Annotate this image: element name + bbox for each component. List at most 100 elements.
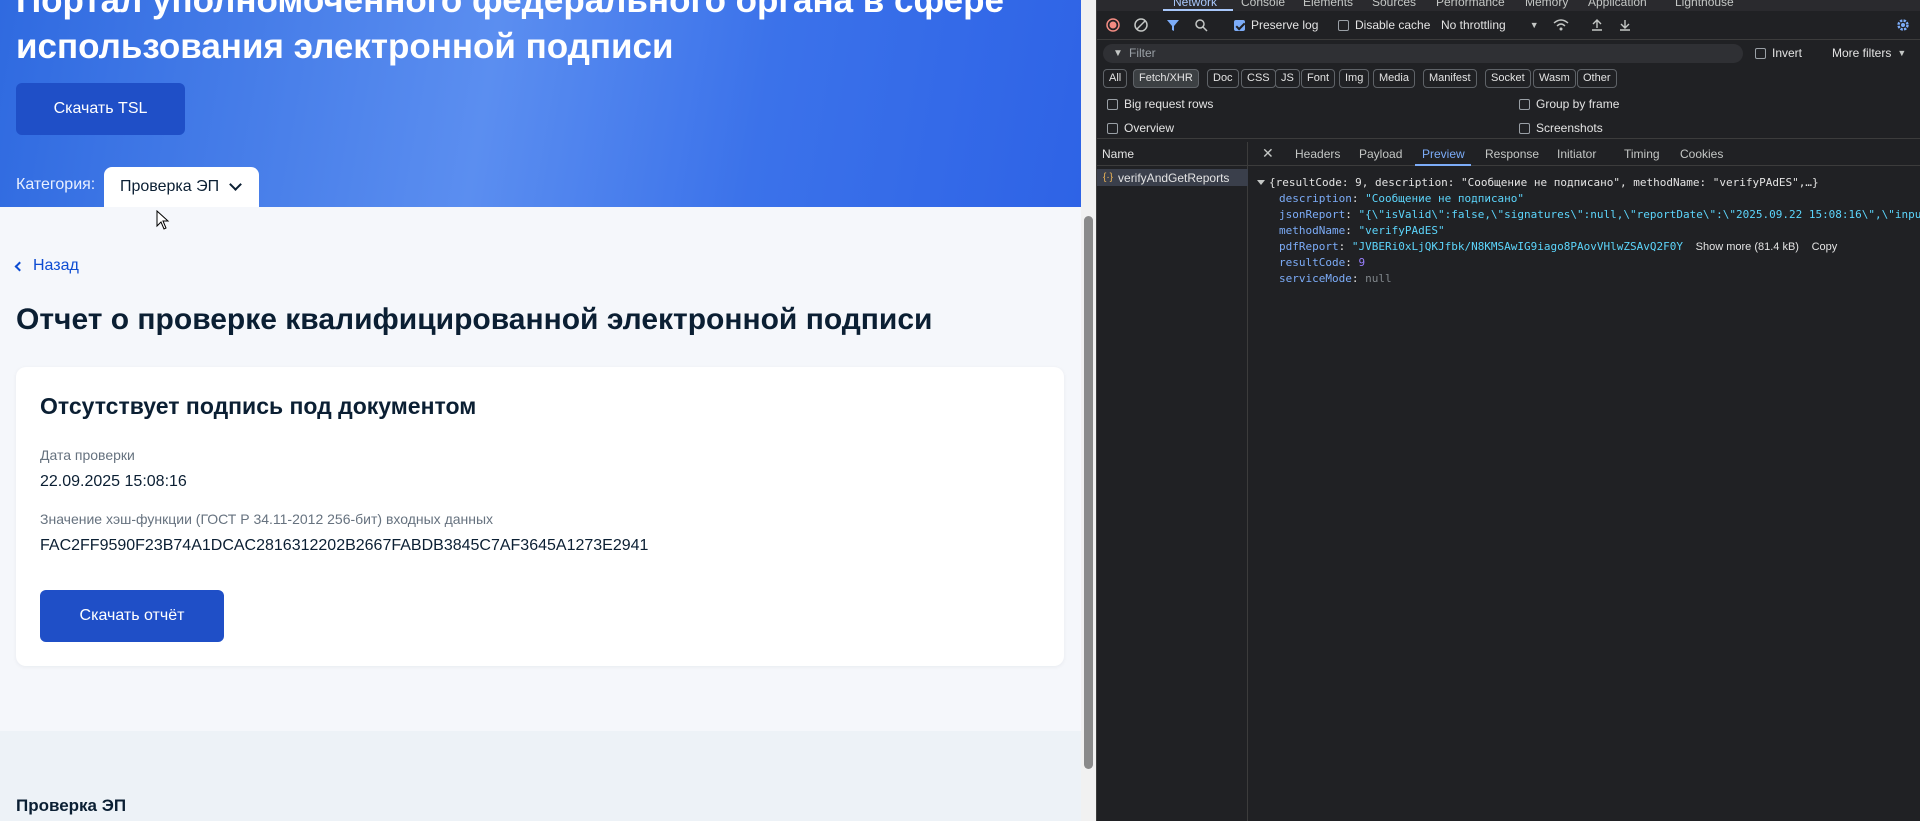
type-filter-manifest[interactable]: Manifest <box>1423 69 1477 88</box>
preview-summary-line[interactable]: {resultCode: 9, description: "Сообщение … <box>1257 175 1819 191</box>
scrollbar-thumb[interactable] <box>1084 216 1093 769</box>
funnel-icon: ▼ <box>1113 48 1123 59</box>
invert-checkbox[interactable]: Invert <box>1755 46 1802 60</box>
download-tsl-button[interactable]: Скачать TSL <box>16 83 185 135</box>
key-description: description <box>1279 192 1352 205</box>
big-request-rows-checkbox[interactable]: Big request rows <box>1107 97 1213 111</box>
expand-triangle-icon <box>1257 180 1265 185</box>
group-by-frame-label: Group by frame <box>1536 97 1620 111</box>
disable-cache-checkbox[interactable]: Disable cache <box>1338 18 1430 32</box>
tab-console[interactable]: Console <box>1241 0 1285 9</box>
detail-tab-active-indicator <box>1415 164 1471 166</box>
preview-summary: {resultCode: 9, description: "Сообщение … <box>1269 176 1819 189</box>
page-title: Отчет о проверке квалифицированной элект… <box>16 303 933 336</box>
devtools-panel: Network Console Elements Sources Perform… <box>1096 0 1920 821</box>
devtools-tab-bar: Network Console Elements Sources Perform… <box>1097 0 1920 11</box>
checkbox-unchecked-icon <box>1519 98 1530 110</box>
type-filter-other[interactable]: Other <box>1577 69 1617 88</box>
key-pdfreport: pdfReport <box>1279 240 1339 253</box>
page-scrollbar[interactable] <box>1081 0 1096 821</box>
checkbox-unchecked-icon <box>1107 98 1118 110</box>
tab-memory[interactable]: Memory <box>1525 0 1568 9</box>
preview-row-jsonreport: jsonReport: "{\"isValid\":false,\"signat… <box>1279 208 1920 221</box>
chevron-left-icon <box>14 261 25 271</box>
copy-button[interactable]: Copy <box>1812 241 1838 253</box>
overview-checkbox[interactable]: Overview <box>1107 121 1174 135</box>
screenshots-checkbox[interactable]: Screenshots <box>1519 121 1603 135</box>
back-link-label: Назад <box>33 257 79 274</box>
type-filter-font[interactable]: Font <box>1301 69 1336 88</box>
request-name: verifyAndGetReports <box>1118 170 1230 185</box>
caret-down-icon: ▼ <box>1897 48 1907 58</box>
request-list: {·} verifyAndGetReports <box>1097 142 1248 821</box>
category-label: Категория: <box>16 176 96 193</box>
tab-preview[interactable]: Preview <box>1422 147 1465 161</box>
search-icon[interactable] <box>1193 18 1209 34</box>
tab-payload[interactable]: Payload <box>1359 147 1402 161</box>
type-filter-img[interactable]: Img <box>1339 69 1370 88</box>
screenshots-label: Screenshots <box>1536 121 1603 135</box>
value-resultcode: 9 <box>1358 256 1366 269</box>
type-filter-doc[interactable]: Doc <box>1207 69 1239 88</box>
type-filter-all[interactable]: All <box>1103 69 1128 88</box>
filter-bar: ▼ Filter Invert More filters ▼ <box>1097 41 1920 65</box>
more-filters-button[interactable]: More filters ▼ <box>1832 46 1906 60</box>
checkbox-unchecked-icon <box>1338 19 1349 31</box>
tab-sources[interactable]: Sources <box>1372 0 1416 9</box>
response-preview: {resultCode: 9, description: "Сообщение … <box>1253 175 1920 821</box>
type-filter-socket[interactable]: Socket <box>1485 69 1531 88</box>
preserve-log-label: Preserve log <box>1251 18 1319 32</box>
tab-network[interactable]: Network <box>1173 0 1217 9</box>
group-by-frame-checkbox[interactable]: Group by frame <box>1519 97 1619 111</box>
overview-label: Overview <box>1124 121 1175 135</box>
value-methodname: "verifyPAdES" <box>1358 224 1445 237</box>
type-filter-media[interactable]: Media <box>1373 69 1415 88</box>
category-dropdown[interactable]: Проверка ЭП <box>104 167 259 207</box>
preview-row-description: description: "Сообщение не подписано" <box>1279 192 1525 205</box>
filter-input[interactable]: ▼ Filter <box>1103 44 1743 63</box>
key-resultcode: resultCode <box>1279 256 1346 269</box>
category-value: Проверка ЭП <box>120 178 220 195</box>
tab-cookies[interactable]: Cookies <box>1680 147 1723 161</box>
chevron-down-icon <box>229 178 242 191</box>
network-toolbar: Preserve log Disable cache No throttling… <box>1097 12 1920 40</box>
preserve-log-checkbox[interactable]: Preserve log <box>1234 18 1318 32</box>
settings-gear-icon[interactable] <box>1895 18 1911 34</box>
tab-timing[interactable]: Timing <box>1624 147 1660 161</box>
type-filter-js[interactable]: JS <box>1275 69 1300 88</box>
tab-application[interactable]: Application <box>1588 0 1647 9</box>
request-row[interactable]: {·} verifyAndGetReports <box>1097 169 1248 186</box>
close-icon[interactable]: ✕ <box>1262 145 1274 162</box>
tab-initiator[interactable]: Initiator <box>1557 147 1596 161</box>
back-link[interactable]: Назад <box>14 257 79 275</box>
tab-headers[interactable]: Headers <box>1295 147 1340 161</box>
invert-label: Invert <box>1772 46 1803 60</box>
hash-label: Значение хэш-функции (ГОСТ Р 34.11-2012 … <box>40 511 494 527</box>
disable-cache-label: Disable cache <box>1355 18 1431 32</box>
download-icon[interactable] <box>1617 18 1633 34</box>
type-filter-fetch-xhr[interactable]: Fetch/XHR <box>1133 69 1199 88</box>
download-report-button[interactable]: Скачать отчёт <box>40 590 224 642</box>
footer: Проверка ЭП <box>0 731 1081 821</box>
clear-icon[interactable] <box>1133 18 1149 34</box>
value-jsonreport: "{\"isValid\":false,\"signatures\":null,… <box>1358 208 1920 221</box>
upload-icon[interactable] <box>1589 18 1605 34</box>
wifi-icon[interactable] <box>1553 18 1569 34</box>
filter-icon[interactable] <box>1165 18 1181 34</box>
more-filters-label: More filters <box>1832 46 1892 60</box>
type-filter-wasm[interactable]: Wasm <box>1533 69 1576 88</box>
tab-elements[interactable]: Elements <box>1303 0 1353 9</box>
tab-lighthouse[interactable]: Lighthouse <box>1675 0 1734 9</box>
hero-title: Портал уполномоченного федерального орга… <box>16 0 1004 66</box>
check-date-value: 22.09.2025 15:08:16 <box>40 473 187 490</box>
show-more-button[interactable]: Show more (81.4 kB) <box>1696 241 1799 253</box>
type-filter-css[interactable]: CSS <box>1241 69 1276 88</box>
check-date-label: Дата проверки <box>40 447 135 463</box>
record-icon[interactable] <box>1105 18 1121 34</box>
checkbox-unchecked-icon <box>1107 122 1118 134</box>
throttling-select[interactable]: No throttling ▼ <box>1441 18 1539 32</box>
preview-row-resultcode: resultCode: 9 <box>1279 256 1366 269</box>
tab-response[interactable]: Response <box>1485 147 1539 161</box>
tab-performance[interactable]: Performance <box>1436 0 1505 9</box>
filter-placeholder: Filter <box>1129 46 1156 60</box>
